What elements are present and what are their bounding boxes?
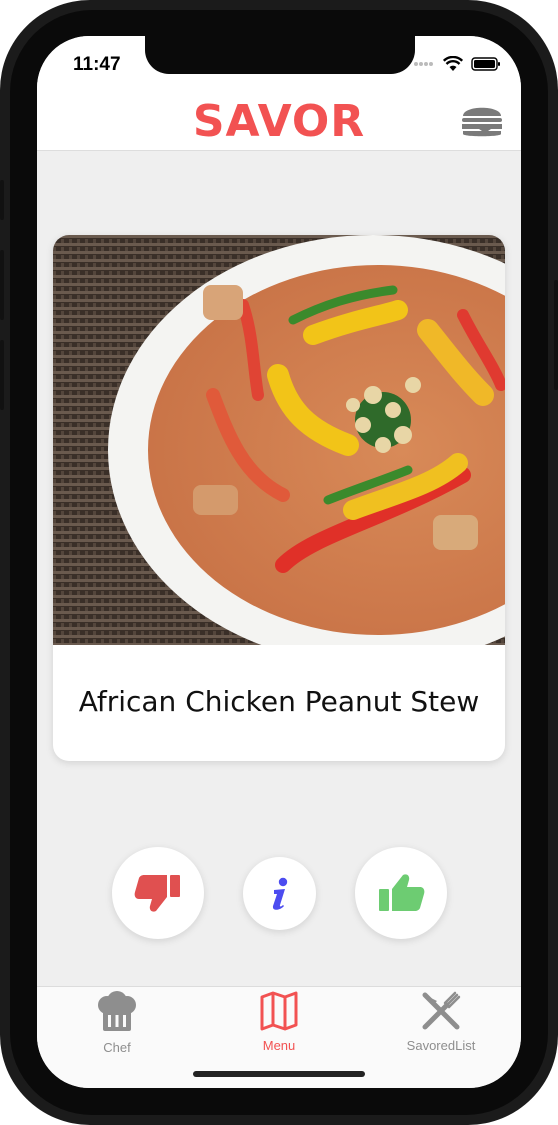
recipe-title: African Chicken Peanut Stew [78, 685, 480, 718]
status-bar: 11:47 [37, 36, 521, 92]
info-icon [272, 877, 287, 910]
burger-icon[interactable] [461, 102, 503, 138]
tab-menu[interactable]: Menu [219, 991, 339, 1053]
volume-down-button [0, 340, 4, 410]
home-indicator[interactable] [193, 1071, 365, 1077]
dislike-button[interactable] [112, 847, 204, 939]
wifi-icon [443, 56, 463, 71]
signal-icon [414, 62, 433, 66]
screen: 11:47 SAVOR African Chicken Peanut Stew … [37, 36, 521, 1088]
fork-knife-icon [422, 991, 461, 1030]
power-button [554, 280, 558, 390]
tab-savoredlist-label: SavoredList [406, 1038, 476, 1053]
volume-up-button [0, 250, 4, 320]
status-icons [413, 56, 501, 72]
phone-frame: 11:47 SAVOR African Chicken Peanut Stew … [0, 0, 558, 1125]
mute-switch [0, 180, 4, 220]
tab-savoredlist[interactable]: SavoredList [381, 991, 501, 1053]
app-title: SAVOR [192, 96, 366, 147]
recipe-card[interactable]: African Chicken Peanut Stew [53, 235, 505, 761]
stew-bowl-photo [53, 235, 505, 645]
status-time: 11:47 [73, 54, 121, 75]
thumbs-down-icon [134, 875, 180, 912]
tab-menu-label: Menu [262, 1038, 296, 1053]
tab-chef[interactable]: Chef [57, 991, 177, 1055]
app-header: SAVOR [37, 92, 521, 151]
like-button[interactable] [355, 847, 447, 939]
notch [145, 36, 415, 74]
map-icon [260, 991, 298, 1031]
battery-icon [471, 57, 500, 71]
info-button[interactable] [243, 857, 316, 930]
tab-chef-label: Chef [103, 1040, 131, 1055]
thumbs-up-icon [379, 874, 425, 911]
chef-hat-icon [98, 991, 136, 1031]
